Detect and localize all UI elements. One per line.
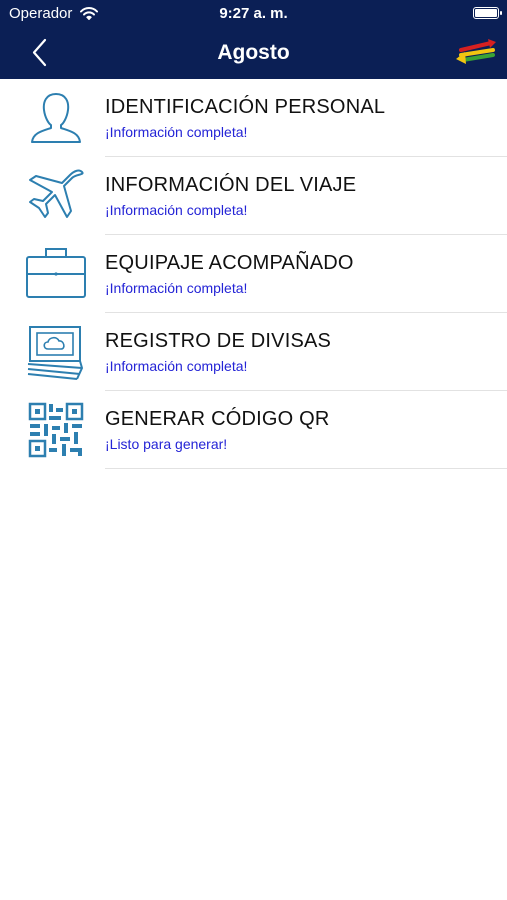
item-status: ¡Información completa! <box>105 280 248 296</box>
swap-arrows-icon <box>456 39 496 64</box>
list-item-qr[interactable]: GENERAR CÓDIGO QR ¡Listo para generar! <box>0 391 507 469</box>
item-status: ¡Listo para generar! <box>105 436 228 452</box>
menu-list: IDENTIFICACIÓN PERSONAL ¡Información com… <box>0 79 507 469</box>
item-title: IDENTIFICACIÓN PERSONAL <box>105 96 386 118</box>
item-title: INFORMACIÓN DEL VIAJE <box>105 174 357 196</box>
list-item-equipaje[interactable]: EQUIPAJE ACOMPAÑADO ¡Información complet… <box>0 235 507 313</box>
item-status: ¡Información completa! <box>105 124 248 140</box>
item-title: EQUIPAJE ACOMPAÑADO <box>105 252 354 274</box>
item-title: REGISTRO DE DIVISAS <box>105 330 332 352</box>
battery-icon <box>473 7 502 19</box>
divider <box>105 468 507 469</box>
swap-button[interactable] <box>453 36 501 72</box>
item-status: ¡Información completa! <box>105 358 248 374</box>
list-item-identificacion[interactable]: IDENTIFICACIÓN PERSONAL ¡Información com… <box>0 79 507 157</box>
qr-code-icon <box>28 402 84 458</box>
list-item-divisas[interactable]: REGISTRO DE DIVISAS ¡Información complet… <box>0 313 507 391</box>
briefcase-icon <box>26 248 86 298</box>
banknotes-icon <box>27 326 84 380</box>
page-title: Agosto <box>217 41 290 64</box>
status-time: 9:27 a. m. <box>219 5 288 22</box>
item-status: ¡Información completa! <box>105 202 248 218</box>
airplane-icon <box>29 169 84 218</box>
item-title: GENERAR CÓDIGO QR <box>105 408 330 430</box>
person-icon <box>31 93 81 143</box>
navigation-bar: Operador 9:27 a. m. Agosto <box>0 0 507 79</box>
list-item-viaje[interactable]: INFORMACIÓN DEL VIAJE ¡Información compl… <box>0 157 507 235</box>
